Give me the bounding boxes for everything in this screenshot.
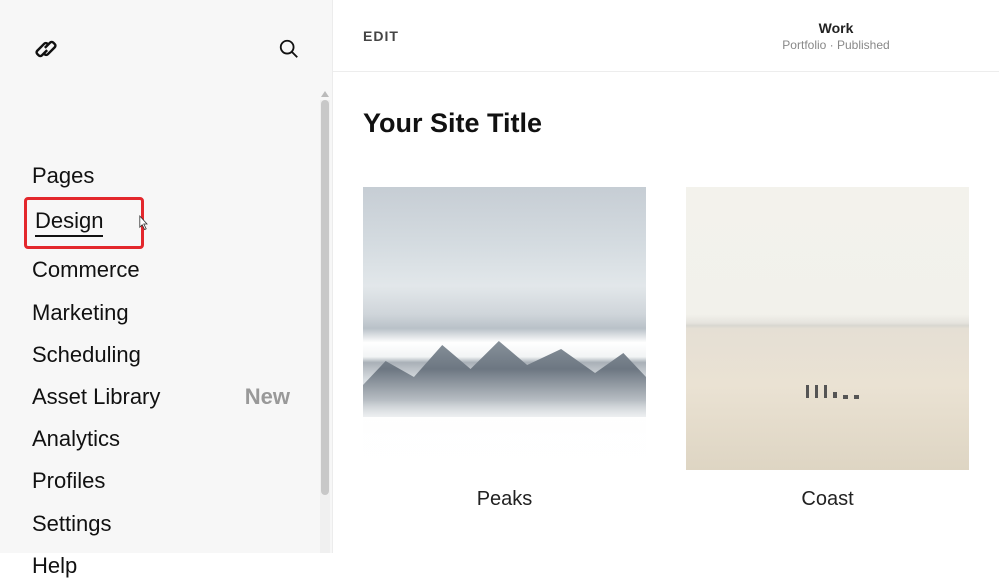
site-title[interactable]: Your Site Title [363, 108, 969, 139]
preview-content: Your Site Title Peaks Coast [333, 72, 999, 511]
page-subtitle: Portfolio · Published [782, 38, 889, 52]
main-nav: Pages Design Commerce Marketing Scheduli… [0, 155, 332, 587]
nav-label: Commerce [32, 258, 140, 282]
nav-commerce[interactable]: Commerce [32, 249, 332, 291]
squarespace-logo-icon[interactable] [32, 35, 60, 63]
nav-scheduling[interactable]: Scheduling [32, 334, 332, 376]
card-label: Peaks [477, 488, 533, 511]
portfolio-card-coast[interactable]: Coast [686, 187, 969, 511]
nav-label: Profiles [32, 469, 105, 493]
nav-analytics[interactable]: Analytics [32, 418, 332, 460]
portfolio-grid: Peaks Coast [363, 187, 969, 511]
portfolio-card-peaks[interactable]: Peaks [363, 187, 646, 511]
nav-profiles[interactable]: Profiles [32, 460, 332, 502]
thumbnail-image [686, 187, 969, 470]
nav-label: Marketing [32, 301, 129, 325]
nav-label: Scheduling [32, 343, 141, 367]
page-info: Work Portfolio · Published [782, 20, 889, 52]
nav-marketing[interactable]: Marketing [32, 292, 332, 334]
scrollbar-thumb[interactable] [321, 100, 329, 495]
sidebar: Pages Design Commerce Marketing Scheduli… [0, 0, 333, 553]
page-title: Work [782, 20, 889, 36]
nav-label: Design [35, 209, 103, 237]
nav-asset-library[interactable]: Asset Library New [32, 376, 332, 418]
nav-label: Pages [32, 164, 94, 188]
nav-design[interactable]: Design [24, 197, 144, 249]
decorative-figures [806, 385, 859, 399]
edit-button[interactable]: EDIT [363, 28, 399, 44]
preview-topbar: EDIT Work Portfolio · Published [333, 0, 999, 72]
nav-label: Asset Library [32, 385, 160, 409]
pointer-cursor-icon [135, 214, 151, 239]
card-label: Coast [801, 488, 853, 511]
nav-settings[interactable]: Settings [32, 503, 332, 545]
thumbnail-image [363, 187, 646, 470]
nav-label: Settings [32, 512, 112, 536]
search-icon[interactable] [278, 38, 300, 60]
nav-label: Analytics [32, 427, 120, 451]
sidebar-top [0, 0, 332, 70]
main-preview: EDIT Work Portfolio · Published Your Sit… [333, 0, 999, 553]
scrollbar-track[interactable] [320, 100, 330, 553]
nav-pages[interactable]: Pages [32, 155, 332, 197]
nav-help[interactable]: Help [32, 545, 332, 587]
nav-label: Help [32, 554, 77, 578]
new-badge: New [245, 385, 290, 409]
